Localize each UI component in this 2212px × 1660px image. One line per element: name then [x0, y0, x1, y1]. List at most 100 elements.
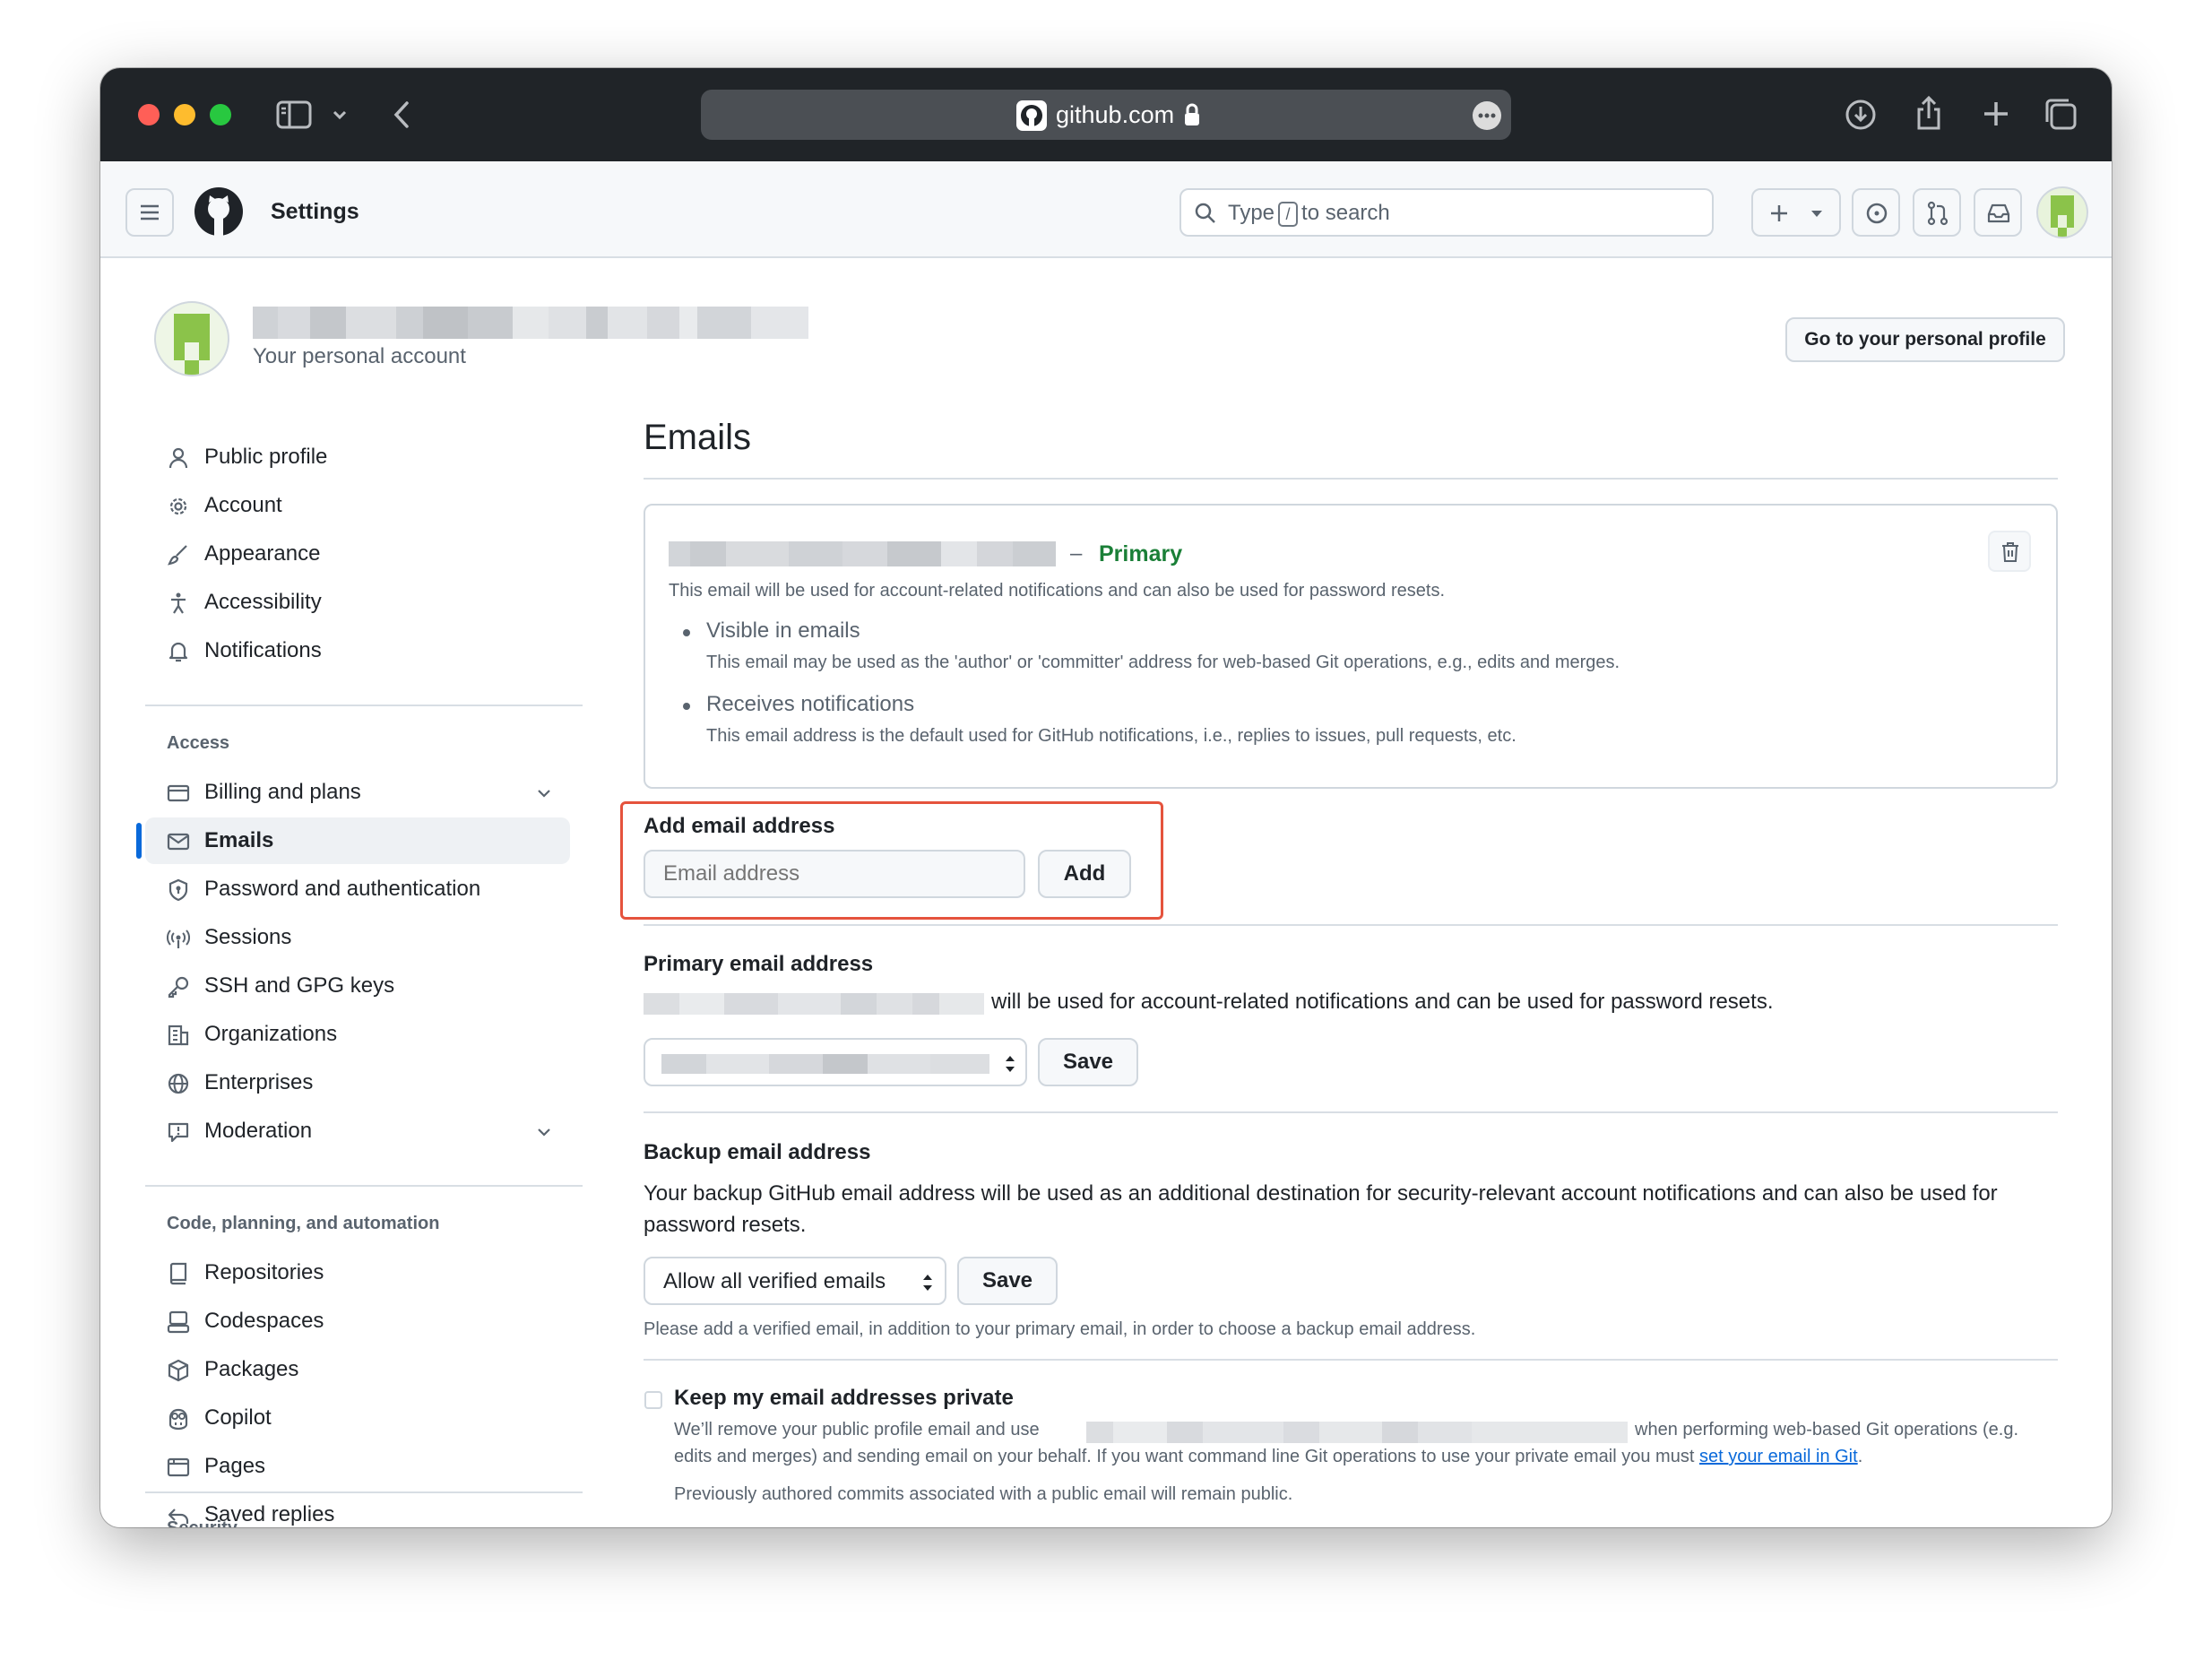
more-options-icon[interactable]	[1472, 100, 1502, 131]
browser-window: github.com Settings Type / to search You…	[100, 68, 2112, 1527]
sidebar-item-label: Public profile	[204, 445, 328, 469]
primary-description: This email will be used for account-rela…	[669, 581, 1446, 601]
sidebar-item-pages[interactable]: Pages	[145, 1443, 570, 1490]
sidebar-item-label: Sessions	[204, 925, 292, 949]
zoom-window-button[interactable]	[210, 104, 231, 125]
account-subtitle: Your personal account	[253, 344, 466, 368]
keep-private-note: Previously authored commits associated w…	[674, 1484, 1293, 1504]
new-tab-icon[interactable]	[1983, 100, 2009, 127]
save-primary-button[interactable]: Save	[1038, 1038, 1138, 1086]
sidebar-item-billing[interactable]: Billing and plans	[145, 769, 570, 816]
minimize-window-button[interactable]	[174, 104, 195, 125]
bullet-text: This email may be used as the 'author' o…	[706, 653, 1620, 672]
close-window-button[interactable]	[138, 104, 160, 125]
page-title: Settings	[271, 199, 359, 224]
sidebar-item-copilot[interactable]: Copilot	[145, 1395, 570, 1441]
sidebar-item-label: Billing and plans	[204, 780, 361, 804]
sidebar-item-label: Packages	[204, 1357, 299, 1381]
caret-down-icon	[1810, 210, 1823, 218]
chevron-down-icon[interactable]	[536, 785, 552, 801]
back-icon[interactable]	[393, 100, 410, 129]
sidebar-item-codespaces[interactable]: Codespaces	[145, 1298, 570, 1344]
delete-email-button[interactable]	[1988, 531, 2031, 572]
sidebar-item-account[interactable]: Account	[145, 482, 570, 529]
redacted-primary-email-inline	[644, 993, 984, 1015]
pull-requests-button[interactable]	[1913, 188, 1961, 237]
sidebar-toggle-icon[interactable]	[276, 100, 312, 129]
set-email-in-git-link[interactable]: set your email in Git	[1699, 1447, 1858, 1466]
section-divider	[644, 1359, 2058, 1361]
sidebar-item-repositories[interactable]: Repositories	[145, 1249, 570, 1296]
sidebar-divider	[145, 705, 583, 706]
primary-dash: –	[1070, 541, 1083, 566]
gear-icon	[167, 495, 190, 518]
sidebar-item-password[interactable]: Password and authentication	[145, 866, 570, 912]
email-field[interactable]	[644, 850, 1025, 898]
backup-email-select[interactable]: Allow all verified emails	[644, 1257, 946, 1305]
keep-private-checkbox[interactable]	[644, 1391, 662, 1409]
sidebar-item-label: Accessibility	[204, 590, 322, 614]
organization-icon	[167, 1024, 190, 1047]
sidebar-item-label: SSH and GPG keys	[204, 973, 395, 998]
add-email-button[interactable]: Add	[1038, 850, 1131, 898]
sidebar-item-enterprises[interactable]: Enterprises	[145, 1059, 570, 1106]
sidebar-item-sessions[interactable]: Sessions	[145, 914, 570, 961]
chevron-down-icon[interactable]	[536, 1124, 552, 1140]
accessibility-icon	[167, 592, 190, 615]
sidebar-item-moderation[interactable]: Moderation	[145, 1108, 570, 1154]
bullet-dot	[683, 703, 690, 710]
credit-card-icon	[167, 782, 190, 805]
save-backup-button[interactable]: Save	[957, 1257, 1058, 1305]
sidebar-section-heading: Code, planning, and automation	[167, 1214, 440, 1233]
search-icon	[1194, 202, 1217, 225]
sidebar-section-heading: Access	[167, 733, 230, 753]
github-logo-icon[interactable]	[194, 186, 244, 237]
avatar[interactable]	[2036, 186, 2088, 238]
active-indicator	[136, 823, 142, 859]
add-email-label: Add email address	[644, 814, 835, 838]
search-placeholder-suffix: to search	[1301, 201, 1390, 225]
create-new-button[interactable]	[1751, 188, 1841, 237]
sidebar-item-label: Password and authentication	[204, 877, 481, 901]
keep-private-label[interactable]: Keep my email addresses private	[674, 1386, 1014, 1411]
chevron-down-icon[interactable]	[332, 109, 348, 120]
share-icon[interactable]	[1914, 95, 1943, 131]
keep-private-line2-text: edits and merges) and sending email on y…	[674, 1447, 1695, 1466]
globe-icon	[167, 1072, 190, 1095]
lock-icon	[1183, 102, 1201, 127]
sidebar-item-label: Account	[204, 493, 282, 517]
sidebar-item-label: Moderation	[204, 1119, 313, 1143]
backup-email-note: Please add a verified email, in addition…	[644, 1319, 1476, 1339]
download-icon[interactable]	[1845, 99, 1877, 131]
sidebar-item-notifications[interactable]: Notifications	[145, 627, 570, 674]
menu-button[interactable]	[125, 188, 174, 237]
go-to-profile-button[interactable]: Go to your personal profile	[1785, 317, 2065, 362]
tab-overview-icon[interactable]	[2044, 97, 2078, 131]
sidebar-item-label: Copilot	[204, 1405, 272, 1430]
sidebar-item-organizations[interactable]: Organizations	[145, 1011, 570, 1058]
inbox-button[interactable]	[1974, 188, 2022, 237]
sidebar-item-appearance[interactable]: Appearance	[145, 531, 570, 577]
primary-email-select[interactable]	[644, 1038, 1027, 1086]
slash-key: /	[1278, 201, 1299, 227]
keep-private-text-before: We’ll remove your public profile email a…	[674, 1420, 1040, 1440]
search-input[interactable]: Type / to search	[1179, 188, 1714, 237]
account-avatar	[154, 301, 229, 376]
key-icon	[167, 975, 190, 999]
backup-email-text: Your backup GitHub email address will be…	[644, 1181, 1998, 1237]
sidebar-item-accessibility[interactable]: Accessibility	[145, 579, 570, 626]
sidebar-item-public-profile[interactable]: Public profile	[145, 434, 570, 480]
backup-email-heading: Backup email address	[644, 1140, 871, 1164]
github-header: Settings Type / to search	[100, 161, 2112, 258]
period: .	[1857, 1447, 1863, 1466]
sidebar-item-label: Repositories	[204, 1260, 324, 1284]
address-bar[interactable]: github.com	[701, 90, 1511, 140]
keep-private-text-after: when performing web-based Git operations…	[1635, 1420, 2019, 1440]
issues-button[interactable]	[1852, 188, 1900, 237]
redacted-primary-email	[669, 541, 1056, 566]
keep-private-text-line2: edits and merges) and sending email on y…	[674, 1447, 1862, 1467]
sidebar-item-emails[interactable]: Emails	[136, 817, 570, 864]
sidebar-item-ssh-gpg-keys[interactable]: SSH and GPG keys	[145, 963, 570, 1009]
page-heading: Emails	[644, 418, 752, 457]
sidebar-item-packages[interactable]: Packages	[145, 1346, 570, 1393]
